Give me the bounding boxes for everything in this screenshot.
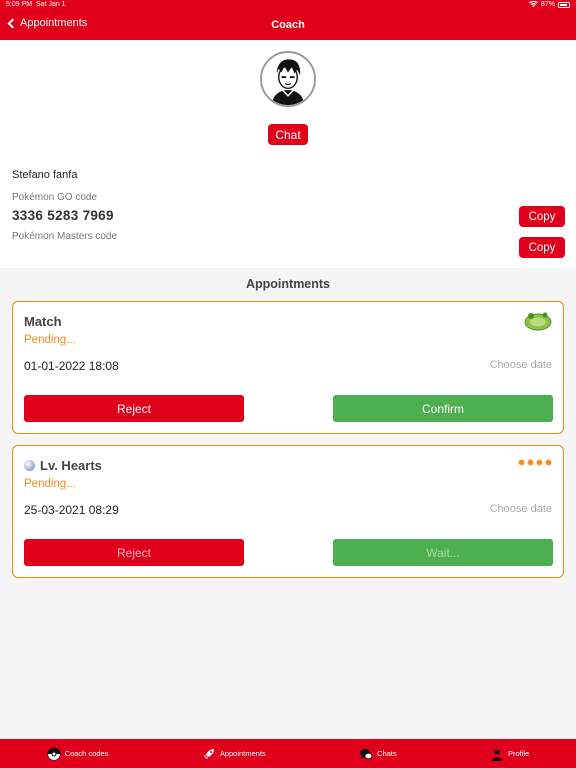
coach-profile: Chat Stefano fanfa Pokémon GO code 3336 …: [0, 40, 576, 268]
profile-icon: [492, 748, 502, 761]
tab-chats[interactable]: Chats: [359, 747, 397, 761]
status-indicators: 87%: [529, 1, 570, 8]
appointment-title-text: Lv. Hearts: [40, 458, 102, 473]
wait-button[interactable]: Wait...: [333, 539, 553, 566]
go-code-label: Pokémon GO code: [12, 192, 98, 203]
appointment-datetime: 01-01-2022 18:08: [24, 359, 119, 373]
reject-button[interactable]: Reject: [24, 539, 244, 566]
reject-button[interactable]: Reject: [24, 395, 244, 422]
pokeball-icon: [47, 747, 61, 760]
copy-masters-code-button[interactable]: Copy: [519, 237, 565, 258]
battle-field-icon: [524, 312, 552, 331]
appointment-title: Match: [24, 314, 62, 329]
heart-icon: [536, 459, 543, 466]
appointment-title: Lv. Hearts: [24, 458, 102, 473]
navigation-bar: 5:09 PM Sat Jan 1 87% Appointments Coach: [0, 0, 576, 40]
appointment-status: Pending...: [24, 478, 76, 490]
choose-date-link[interactable]: Choose date: [490, 359, 552, 371]
copy-go-code-button[interactable]: Copy: [519, 206, 565, 227]
tab-coach-codes[interactable]: Coach codes: [47, 747, 109, 761]
coach-name: Stefano fanfa: [12, 169, 78, 181]
appointment-card: Lv. Hearts Pending... 25-03-2021 08:29 C…: [12, 445, 564, 578]
status-time: 5:09 PM: [6, 1, 33, 8]
status-date: Sat Jan 1: [36, 1, 66, 8]
tab-label: Chats: [377, 749, 397, 758]
appointment-datetime: 25-03-2021 08:29: [24, 503, 119, 517]
battery-percent: 87%: [540, 1, 555, 8]
orb-icon: [24, 460, 35, 471]
tab-appointments[interactable]: Appointments: [202, 747, 266, 761]
appointment-card: Match Pending... 01-01-2022 18:08 Choose…: [12, 301, 564, 434]
confirm-button[interactable]: Confirm: [333, 395, 553, 422]
page-title: Coach: [271, 19, 305, 31]
choose-date-link[interactable]: Choose date: [490, 503, 552, 515]
chat-bubbles-icon: [360, 748, 373, 759]
rocket-icon: [203, 748, 214, 759]
tab-profile[interactable]: Profile: [490, 747, 529, 761]
wifi-icon: [529, 1, 538, 8]
heart-icon: [545, 459, 552, 466]
trainer-avatar-icon: [262, 53, 314, 105]
status-bar: 5:09 PM Sat Jan 1 87%: [0, 0, 576, 10]
appointment-status: Pending...: [24, 334, 76, 346]
hearts-level-icon: [518, 459, 552, 466]
appointments-heading: Appointments: [245, 277, 331, 291]
masters-code-label: Pokémon Masters code: [12, 231, 118, 242]
tab-label: Profile: [508, 749, 530, 758]
heart-icon: [518, 459, 525, 466]
go-code-value: 3336 5283 7969: [12, 208, 114, 223]
battery-icon: [558, 1, 570, 8]
heart-icon: [527, 459, 534, 466]
avatar: [260, 51, 316, 107]
chat-button[interactable]: Chat: [268, 124, 308, 145]
tab-label: Appointments: [219, 749, 266, 758]
tab-bar: Coach codes Appointments Chats Profile: [0, 739, 576, 768]
tab-label: Coach codes: [64, 749, 109, 758]
appointment-title-text: Match: [24, 314, 62, 329]
